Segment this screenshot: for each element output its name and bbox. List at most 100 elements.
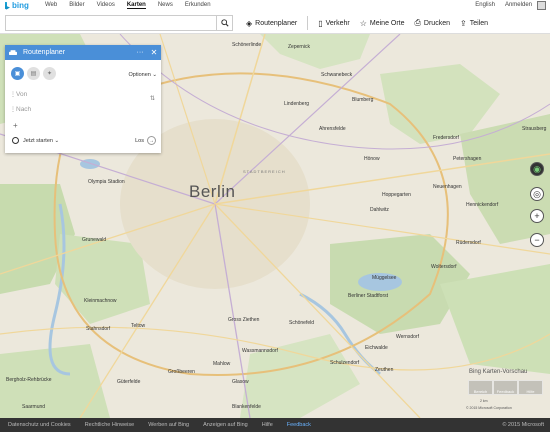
place-label: Mahlow <box>213 361 231 367</box>
footer-advertise[interactable]: Werben auf Bing <box>148 422 189 428</box>
from-placeholder: Von <box>16 90 28 98</box>
divider <box>307 16 309 30</box>
footer-help[interactable]: Hilfe <box>262 422 273 428</box>
go-arrow-icon[interactable]: → <box>147 136 156 145</box>
place-label: Strausberg <box>522 126 547 132</box>
nav-news[interactable]: News <box>158 2 173 9</box>
place-label: Gross Ziethen <box>228 317 260 323</box>
search-input[interactable] <box>5 15 217 31</box>
footer-feedback[interactable]: Feedback <box>287 422 311 428</box>
map-bottom-buttons: Bereich Feedback Hilfe <box>468 380 543 395</box>
route-label: Routenplaner <box>255 19 298 27</box>
footer-legal[interactable]: Rechtliche Hinweise <box>85 422 135 428</box>
avatar[interactable] <box>537 1 546 10</box>
place-label: Rüdersdorf <box>456 240 481 246</box>
place-label: Ahrensfelde <box>319 126 346 132</box>
place-label: Berliner Stadtforst <box>348 293 389 299</box>
search-button[interactable] <box>217 15 233 31</box>
feedback-map-button[interactable]: Feedback <box>493 380 518 395</box>
language-link[interactable]: English <box>475 2 495 8</box>
zoom-out-button[interactable]: − <box>530 233 544 247</box>
search-row: ◈ Routenplaner ▯ Verkehr ☆ Meine Orte ⎙ … <box>0 12 550 34</box>
footer-privacy[interactable]: Datenschutz und Cookies <box>8 422 71 428</box>
top-right: English Anmelden <box>475 2 532 8</box>
place-label: Hennickendorf <box>466 202 499 208</box>
traffic-light-icon: ▯ <box>318 18 323 28</box>
footer-ads[interactable]: Anzeigen auf Bing <box>203 422 248 428</box>
mode-car-icon[interactable]: ▣ <box>11 67 24 80</box>
route-panel: Routenplaner ··· ✕ ▣ ▤ ✦ Optionen ⌄ ⋮ Vo… <box>5 45 161 153</box>
to-field[interactable]: ⋮ Nach <box>10 104 150 114</box>
print-label: Drucken <box>423 19 450 27</box>
place-label: Zepernick <box>288 44 310 50</box>
close-icon[interactable]: ✕ <box>147 48 161 57</box>
place-label: Hoppegarten <box>382 192 411 198</box>
place-label: Kleinmachnow <box>84 298 117 304</box>
mode-walk-icon[interactable]: ✦ <box>43 67 56 80</box>
signin-link[interactable]: Anmelden <box>505 2 532 8</box>
nav-images[interactable]: Bilder <box>69 2 84 9</box>
nav-videos[interactable]: Videos <box>97 2 115 9</box>
preview-label: Bing Karten-Vorschau <box>469 369 528 375</box>
swap-icon[interactable]: ⇅ <box>150 95 155 102</box>
bing-logo[interactable]: bing <box>5 1 29 10</box>
minus-icon: − <box>534 235 540 245</box>
start-time-row: Jetzt starten ⌄ Los → <box>12 136 156 145</box>
target-icon: ◎ <box>533 188 541 199</box>
place-label: Zeuthen <box>375 367 394 373</box>
place-label: Dahlwitz <box>370 207 389 213</box>
nav-web[interactable]: Web <box>45 2 57 9</box>
start-time-dropdown[interactable]: Jetzt starten ⌄ <box>23 138 135 144</box>
brand-name: bing <box>12 1 29 10</box>
traffic-label: Verkehr <box>325 19 350 27</box>
place-label: Stahnsdorf <box>86 326 111 332</box>
my-places-button[interactable]: ☆ Meine Orte <box>360 16 405 30</box>
place-label: Blankenfelde <box>232 404 261 410</box>
map-toolbar: ◈ Routenplaner ▯ Verkehr ☆ Meine Orte ⎙ … <box>246 16 488 30</box>
go-label[interactable]: Los <box>135 138 144 144</box>
help-map-button[interactable]: Hilfe <box>518 380 543 395</box>
add-stop-icon[interactable]: + <box>13 121 18 130</box>
place-label: Petershagen <box>453 156 482 162</box>
place-label: Wassmannsdorf <box>242 348 278 354</box>
options-label: Optionen <box>128 72 151 78</box>
place-label: Blumberg <box>352 97 374 103</box>
to-placeholder: Nach <box>16 105 32 113</box>
place-label: Bergholz-Rehbrücke <box>6 377 52 383</box>
traffic-button[interactable]: ▯ Verkehr <box>318 16 350 30</box>
printer-icon: ⎙ <box>414 18 421 27</box>
place-label: Schwanebeck <box>321 72 353 78</box>
place-label: Müggelsee <box>372 275 397 281</box>
top-bar: bing Web Bilder Videos Karten News Erkun… <box>0 0 550 12</box>
place-label: Glasow <box>232 379 249 385</box>
share-label: Teilen <box>469 19 488 27</box>
zoom-in-button[interactable]: + <box>530 209 544 223</box>
top-nav: Web Bilder Videos Karten News Erkunden <box>45 2 223 9</box>
compass-button[interactable]: ◎ <box>530 187 544 201</box>
from-field[interactable]: ⋮ Von <box>10 89 150 99</box>
place-label: Schulzendorf <box>330 360 360 366</box>
place-label: Eichwalde <box>365 345 388 351</box>
options-dropdown[interactable]: Optionen ⌄ <box>129 72 157 78</box>
place-label: Schönerlinde <box>232 42 262 48</box>
place-label: Saarmund <box>22 404 46 410</box>
nav-explore[interactable]: Erkunden <box>185 2 211 9</box>
mode-transit-icon[interactable]: ▤ <box>27 67 40 80</box>
district-label: STADTBEREICH <box>243 169 286 174</box>
locate-button[interactable]: ◉ <box>530 162 544 176</box>
area-button[interactable]: Bereich <box>468 380 493 395</box>
place-label: Grunewald <box>82 237 107 243</box>
more-options-icon[interactable]: ··· <box>133 49 147 56</box>
route-button[interactable]: ◈ Routenplaner <box>246 16 297 30</box>
scale-bar: 2 km <box>480 399 488 403</box>
plus-icon: + <box>534 211 540 221</box>
place-label: Güterfelde <box>117 379 141 385</box>
print-button[interactable]: ⎙ Drucken <box>415 16 450 30</box>
nav-maps[interactable]: Karten <box>126 2 146 9</box>
start-time-label: Jetzt starten <box>23 137 53 144</box>
share-icon: ⇪ <box>460 18 467 28</box>
share-button[interactable]: ⇪ Teilen <box>460 16 488 30</box>
star-icon: ☆ <box>359 18 367 28</box>
place-label: Neuenhagen <box>433 184 462 190</box>
my-places-label: Meine Orte <box>369 19 405 27</box>
